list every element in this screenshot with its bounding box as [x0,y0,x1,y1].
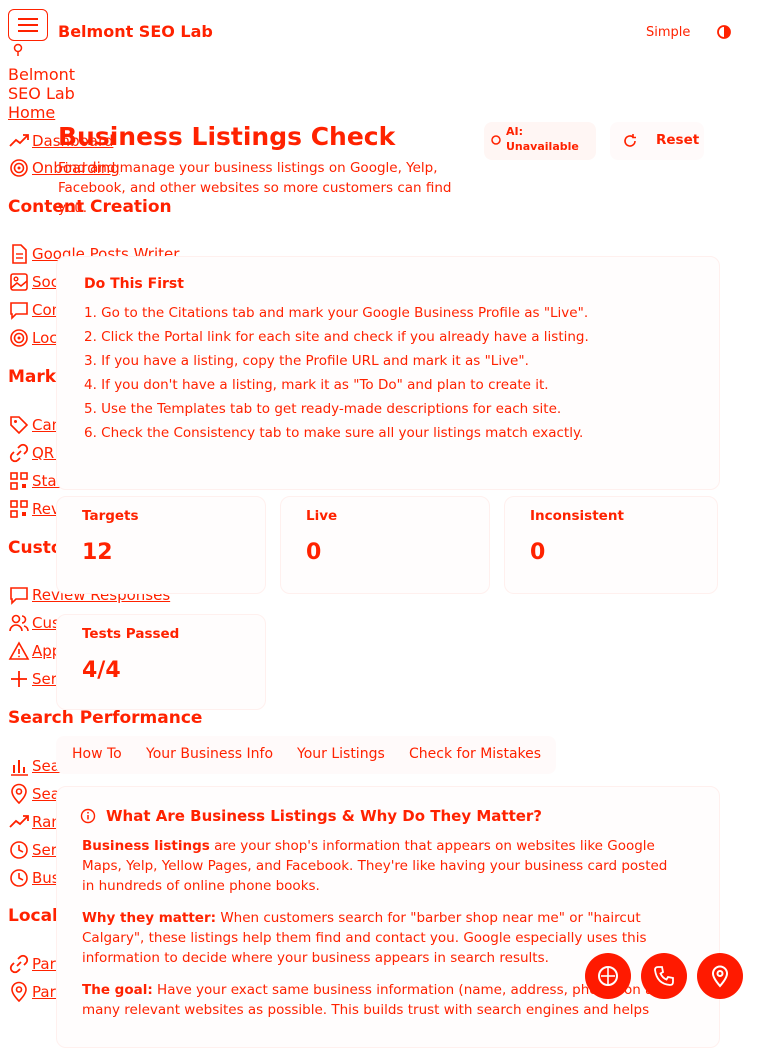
sidebar-section-search-performance: Search Performance [8,708,203,728]
ai-status-badge: AI: Unavailable [484,122,596,160]
reset-label: Reset [656,132,700,148]
mode-toggle[interactable]: Simple [646,25,690,40]
sidebar-brand: Belmont SEO Lab Home [8,65,75,122]
phone-icon [654,966,674,986]
clock-icon [8,839,30,861]
stat-value-targets: 12 [82,540,113,565]
message-icon [8,299,30,321]
brain-icon [598,966,618,986]
directions-button[interactable] [697,953,743,999]
stat-value-live: 0 [306,540,322,565]
menu-icon [18,18,38,32]
menu-button[interactable] [8,9,48,41]
bar-chart-icon [8,755,30,777]
stat-label-tests: Tests Passed [82,626,180,642]
clock-icon [8,867,30,889]
article-heading: What Are Business Listings & Why Do They… [106,807,543,825]
quick-start-step: 5. Use the Templates tab to get ready-ma… [84,401,562,417]
sidebar-home-link[interactable]: Home [8,103,75,122]
target-icon [8,157,30,179]
link-icon [8,442,30,464]
quick-start-title: Do This First [84,276,184,292]
sidebar-brand-line2: SEO Lab [8,84,75,103]
tab-how-to[interactable]: How To [72,746,122,762]
refresh-icon [624,134,636,147]
page-title: Business Listings Check [58,122,396,151]
info-icon [80,808,96,824]
target-icon [8,327,30,349]
quick-start-step: 6. Check the Consistency tab to make sur… [84,425,584,441]
ai-status-line2: Unavailable [506,140,579,153]
reset-button[interactable]: Reset [610,122,704,160]
quick-start-step: 4. If you don't have a listing, mark it … [84,377,549,393]
article-p1-bold: Business listings [82,838,210,854]
location-icon [13,43,23,56]
trending-up-icon [8,130,30,152]
stat-value-tests: 4/4 [82,658,121,683]
article-p3-bold: The goal: [82,982,153,998]
stat-label-targets: Targets [82,508,139,524]
sidebar-brand-line1: Belmont [8,65,76,84]
trending-up-icon [8,811,30,833]
tab-your-listings[interactable]: Your Listings [297,746,385,762]
map-pin-icon [8,981,30,1003]
quick-start-step: 2. Click the Portal link for each site a… [84,329,589,345]
quick-start-step: 3. If you have a listing, copy the Profi… [84,353,529,369]
alert-icon [8,640,30,662]
article-p2-bold: Why they matter: [82,910,217,926]
qr-code-icon [8,498,30,520]
stat-label-live: Live [306,508,338,524]
page-subtitle: Find and manage your business listings o… [58,160,452,216]
document-icon [8,243,30,265]
tab-business-info[interactable]: Your Business Info [146,746,273,762]
header-brand[interactable]: Belmont SEO Lab [58,22,213,41]
users-icon [8,612,30,634]
ai-assistant-button[interactable] [585,953,631,999]
article-p3-text: Have your exact same business informatio… [82,982,661,1018]
plus-icon [8,668,30,690]
tag-icon [8,414,30,436]
tab-check-mistakes[interactable]: Check for Mistakes [409,746,541,762]
quick-start-step: 1. Go to the Citations tab and mark your… [84,305,589,321]
map-pin-icon [8,783,30,805]
theme-toggle-icon[interactable] [714,22,734,42]
call-button[interactable] [641,953,687,999]
stat-label-inconsistent: Inconsistent [530,508,624,524]
map-pin-icon [711,965,729,988]
image-icon [8,271,30,293]
qr-code-icon [8,470,30,492]
message-icon [8,584,30,606]
sparkle-icon [491,135,501,145]
stat-value-inconsistent: 0 [530,540,546,565]
ai-status-line1: AI: [506,125,524,138]
link-icon [8,953,30,975]
article-paragraph-1: Business listings are your shop's inform… [82,836,682,896]
